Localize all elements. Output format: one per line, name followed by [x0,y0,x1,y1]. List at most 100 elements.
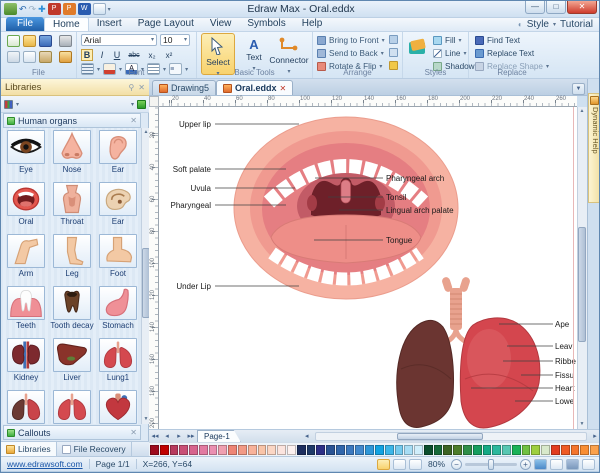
tab-file[interactable]: File [6,17,44,31]
zoom-out-icon[interactable]: − [451,459,462,470]
tab-help[interactable]: Help [294,17,331,31]
color-swatch[interactable] [385,445,394,455]
library-item-nose[interactable]: Nose [49,128,95,180]
color-swatch[interactable] [434,445,443,455]
new-icon[interactable] [7,35,20,47]
library-item-oral[interactable]: Oral [3,180,49,232]
strikethrough-button[interactable]: abc [126,52,142,59]
tab-symbols[interactable]: Symbols [239,17,293,31]
zoom-region-button[interactable] [550,459,563,470]
library-scrollbar[interactable]: ▲ ▼ [141,128,149,424]
canvas-vscroll-thumb[interactable] [578,227,586,342]
color-swatch[interactable] [179,445,188,455]
style-menu[interactable]: Style [527,19,549,30]
color-swatch[interactable] [522,445,531,455]
panel-close-icon[interactable]: ✕ [138,83,145,92]
color-swatch[interactable] [150,445,159,455]
italic-button[interactable]: I [96,50,108,60]
library-item-heart[interactable] [95,388,141,424]
color-swatch[interactable] [365,445,374,455]
canvas-scroll-down-icon[interactable]: ▼ [578,420,586,429]
cut-icon[interactable] [7,51,20,63]
color-swatch[interactable] [375,445,384,455]
paste-icon[interactable] [39,51,52,63]
grid-view-button[interactable] [566,459,579,470]
human-organs-section-header[interactable]: Human organs ✕ [3,113,141,128]
distribute-icon[interactable] [389,48,398,57]
color-swatch[interactable] [228,445,237,455]
font-family-select[interactable]: Arial▾ [81,34,157,46]
subscript-button[interactable]: x₂ [145,51,159,60]
library-search-caret-icon[interactable]: ▾ [131,101,134,108]
color-swatch[interactable] [267,445,276,455]
last-page-icon[interactable]: ▸▸ [185,432,197,440]
library-list-caret-icon[interactable]: ▾ [16,101,19,108]
close-button[interactable]: ✕ [567,1,597,14]
hscroll-right-icon[interactable]: ▸ [589,432,600,440]
pin-icon[interactable]: ⚲ [128,83,134,92]
drawing-canvas[interactable]: Upper lip Soft palate Uvula Pharyngeal U… [159,107,577,429]
next-page-icon[interactable]: ▸ [173,432,185,440]
library-item-ear[interactable]: Ear [95,128,141,180]
bring-to-front-button[interactable]: Bring to Front▾ [317,35,385,46]
line-button[interactable]: Line▾ [433,48,467,59]
zoom-slider-thumb[interactable] [488,459,494,470]
library-item-throat[interactable]: Throat [49,180,95,232]
library-item-kidney[interactable]: Kidney [3,336,49,388]
color-swatch[interactable] [463,445,472,455]
tutorial-menu[interactable]: Tutorial [560,19,593,30]
underline-button[interactable]: U [111,50,123,60]
canvas-scroll-up-icon[interactable]: ▲ [578,107,586,116]
library-list-icon[interactable] [4,100,13,109]
color-swatch[interactable] [541,445,550,455]
color-swatch[interactable] [580,445,589,455]
canvas-horizontal-scrollbar[interactable] [315,432,587,441]
doc-tab-oral[interactable]: Oral.eddx✕ [216,80,293,95]
color-swatch[interactable] [590,445,599,455]
canvas-hscroll-thumb[interactable] [397,433,483,440]
library-item-stomach[interactable]: Stomach [95,284,141,336]
color-swatch[interactable] [297,445,306,455]
lungs-diagram-shape[interactable] [397,276,540,428]
color-swatch[interactable] [424,445,433,455]
format-painter-icon[interactable] [59,51,72,63]
library-item-arm[interactable]: Arm [3,232,49,284]
tab-home[interactable]: Home [44,17,89,31]
human-organs-close-icon[interactable]: ✕ [130,116,137,125]
library-item-ear[interactable]: Ear [95,180,141,232]
color-swatch[interactable] [336,445,345,455]
dynamic-help-tab[interactable]: Dynamic Help [588,93,600,203]
fill-button[interactable]: Fill▾ [433,35,461,46]
color-swatch[interactable] [218,445,227,455]
page-view-button[interactable] [393,459,406,470]
fullscreen-button[interactable] [582,459,595,470]
library-item-eye[interactable]: Eye [3,128,49,180]
color-swatch[interactable] [492,445,501,455]
color-swatch[interactable] [199,445,208,455]
color-swatch[interactable] [453,445,462,455]
tab-view[interactable]: View [202,17,240,31]
style-caret-icon[interactable]: ▾ [553,21,556,28]
color-swatch[interactable] [502,445,511,455]
open-icon[interactable] [23,35,36,47]
color-swatch[interactable] [346,445,355,455]
color-swatch[interactable] [355,445,364,455]
color-swatch[interactable] [287,445,296,455]
library-item-lung1[interactable]: Lung1 [95,336,141,388]
color-swatch[interactable] [189,445,198,455]
align-shapes-icon[interactable] [389,35,398,44]
color-swatch[interactable] [531,445,540,455]
save-icon[interactable] [39,35,52,47]
normal-view-button[interactable] [377,459,390,470]
minimize-button[interactable]: — [525,1,545,14]
library-item-leg[interactable]: Leg [49,232,95,284]
color-swatch[interactable] [512,445,521,455]
zoom-slider[interactable] [465,463,517,466]
canvas-vertical-scrollbar[interactable]: ▲ ▼ [577,107,587,429]
first-page-icon[interactable]: ◂◂ [149,432,161,440]
print-icon[interactable] [59,35,72,47]
doc-tab-drawing5[interactable]: Drawing5 [152,80,216,95]
callouts-close-icon[interactable]: ✕ [130,428,137,437]
tab-file-recovery[interactable]: File Recovery [57,442,132,456]
color-swatch[interactable] [443,445,452,455]
